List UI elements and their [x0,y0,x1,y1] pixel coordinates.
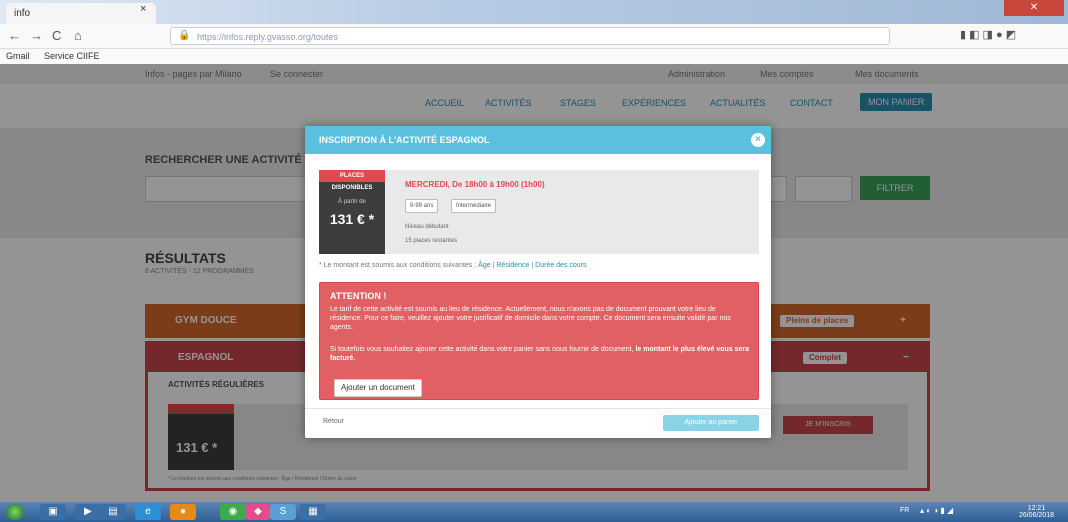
start-icon[interactable] [6,504,24,520]
residence-warning-alert: ATTENTION ! Le tarif de cette activité e… [319,282,759,400]
ie-icon[interactable]: e [135,504,161,520]
skype-icon[interactable]: S [270,504,296,520]
condition-residence-link[interactable]: Résidence [496,262,529,269]
modal-title: INSCRIPTION À L'ACTIVITÉ ESPAGNOL [319,135,490,145]
session-card: PLACES DISPONIBLES À partir de 131 € * M… [319,170,759,254]
age-chip: 9-99 ans [405,199,439,213]
modal-header: INSCRIPTION À L'ACTIVITÉ ESPAGNOL [305,126,771,154]
tab-close-icon[interactable]: × [140,3,146,15]
browser-tab[interactable]: info [6,3,156,24]
note-prefix: * Le montant est soumis aux conditions s… [319,262,477,269]
url-input[interactable]: https://infos.reply.gvasso.org/toutes [170,27,890,45]
lock-icon: 🔒 [178,30,191,41]
modal-footer: Retour Ajouter au panier [305,408,771,439]
os-taskbar: ▣ ▶ ▤ e ● ◉ ◆ S ▦ FR ▴ ◐ ◑ ▮ ◢ 12:21 26/… [0,502,1068,522]
folder-icon[interactable]: ▤ [100,504,126,520]
level-chip: Intermédiaire [451,199,497,213]
price-label: À partir de [338,199,366,205]
condition-duration-link[interactable]: Durée des cours [535,262,586,269]
home-icon[interactable]: ⌂ [74,28,82,43]
bookmarks-bar: Gmail Service CIIFE [0,49,1068,65]
price-conditions-note: * Le montant est soumis aux conditions s… [319,262,587,269]
tab-label: info [14,8,31,19]
window-icon[interactable]: ▦ [300,504,326,520]
alert-p2-text: Si toutefois vous souhaitez ajouter cett… [330,346,634,353]
forward-icon[interactable]: → [30,28,43,43]
price-value: 131 € * [329,211,375,227]
condition-age-link[interactable]: Âge [478,262,490,269]
browser-tab-strip: info × ✕ [0,0,1068,24]
system-clock[interactable]: 12:21 26/06/2018 [1019,505,1054,519]
extensions-icons[interactable]: ▮ ◧ ◨ ● ◩ [960,28,1016,41]
alert-paragraph-2: Si toutefois vous souhaitez ajouter cett… [330,345,750,363]
app-icon[interactable]: ◆ [245,504,271,520]
availability-tag: PLACES DISPONIBLES [319,170,385,191]
bookmark-service[interactable]: Service CIIFE [44,51,100,61]
chrome-icon[interactable]: ◉ [220,504,246,520]
registration-modal: INSCRIPTION À L'ACTIVITÉ ESPAGNOL × PLAC… [305,126,771,438]
level-text: Niveau débutant [405,224,449,230]
add-document-button[interactable]: Ajouter un document [334,379,422,397]
add-to-cart-button[interactable]: Ajouter au panier [663,415,759,431]
price-box: PLACES DISPONIBLES À partir de 131 € * [319,170,385,254]
firefox-icon[interactable]: ● [170,504,196,520]
back-button[interactable]: Retour [323,418,344,425]
window-close-button[interactable]: ✕ [1004,0,1064,16]
clock-time: 12:21 [1027,505,1046,512]
reload-icon[interactable]: C [52,28,61,43]
places-text: 15 places restantes [405,238,458,244]
media-icon[interactable]: ▶ [75,504,101,520]
session-date: MERCREDI, De 18h00 à 19h00 (1h00) [405,180,545,189]
back-icon[interactable]: ← [8,28,21,43]
clock-date: 26/06/2018 [1018,512,1054,519]
alert-title: ATTENTION ! [330,291,387,301]
tray-icons[interactable]: ▴ ◐ ◑ ▮ ◢ [920,506,953,515]
language-indicator[interactable]: FR [900,507,909,514]
close-icon[interactable]: × [751,133,765,147]
alert-paragraph-1: Le tarif de cette activité est soumis au… [330,306,731,331]
explorer-icon[interactable]: ▣ [40,504,66,520]
bookmark-gmail[interactable]: Gmail [6,51,30,61]
